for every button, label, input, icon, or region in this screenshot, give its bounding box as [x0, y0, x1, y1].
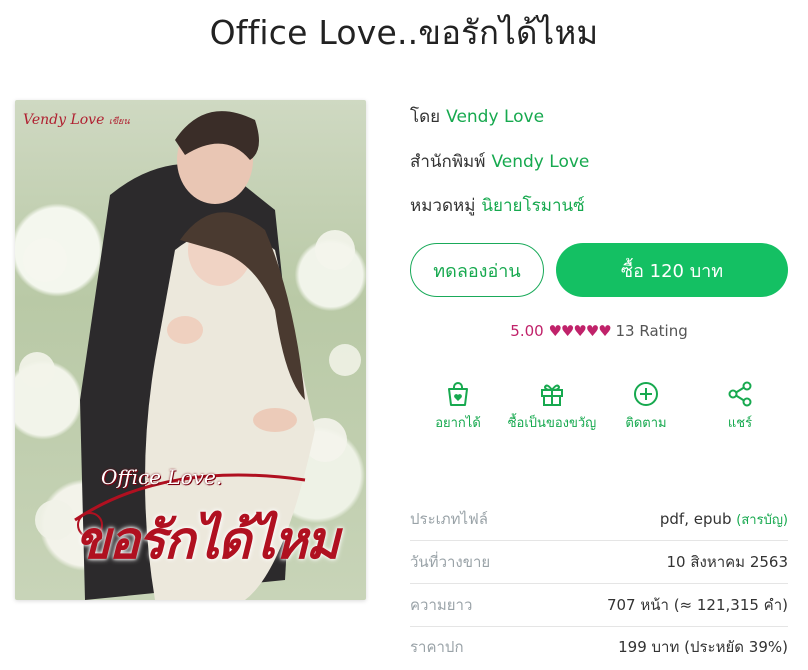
wishlist-label: อยากได้	[435, 416, 481, 431]
author-label: โดย	[410, 107, 441, 127]
publisher-label: สำนักพิมพ์	[410, 152, 486, 172]
share-button[interactable]: แชร์	[690, 380, 790, 433]
page-title: Office Love..ขอรักได้ไหม	[209, 13, 599, 52]
author-link[interactable]: Vendy Love	[446, 107, 544, 127]
release-label: วันที่วางขาย	[410, 553, 491, 571]
toc-link[interactable]: (สารบัญ)	[736, 513, 788, 528]
share-icon	[728, 381, 752, 407]
rating-hearts-icon: ♥♥♥♥♥	[548, 322, 611, 340]
price-label: ราคาปก	[410, 638, 464, 656]
price-value: 199 บาท (ประหยัด 39%)	[618, 638, 788, 656]
gift-button[interactable]: ซื้อเป็นของขวัญ	[502, 380, 602, 433]
follow-label: ติดตาม	[625, 416, 667, 431]
try-reading-button[interactable]: ทดลองอ่าน	[410, 243, 544, 297]
length-label: ความยาว	[410, 596, 473, 614]
rating-count: 13 Rating	[615, 322, 688, 340]
buy-button[interactable]: ซื้อ 120 บาท	[556, 243, 788, 297]
cover-title-thai: ขอรักได้ไหม	[75, 510, 340, 571]
follow-button[interactable]: ติดตาม	[596, 380, 696, 433]
gift-label: ซื้อเป็นของขวัญ	[507, 416, 597, 431]
rating-summary: 5.00 ♥♥♥♥♥ 13 Rating	[410, 322, 788, 340]
info-row-filetype: ประเภทไฟล์ pdf, epub (สารบัญ)	[410, 498, 788, 541]
author-row: โดย Vendy Love	[410, 103, 544, 130]
wishlist-bag-icon	[448, 382, 468, 406]
info-row-cover-price: ราคาปก 199 บาท (ประหยัด 39%)	[410, 626, 788, 668]
filetype-value: pdf, epub (สารบัญ)	[659, 509, 788, 528]
category-link[interactable]: นิยายโรมานซ์	[481, 196, 584, 216]
share-label: แชร์	[727, 416, 753, 431]
publisher-row: สำนักพิมพ์ Vendy Love	[410, 148, 589, 175]
filetype-label: ประเภทไฟล์	[410, 510, 488, 528]
cover-author-text: Vendy Love เขียน	[23, 112, 130, 128]
category-row: หมวดหมู่ นิยายโรมานซ์	[410, 192, 585, 219]
cover-title-english: Office Love.	[101, 465, 223, 489]
info-row-release-date: วันที่วางขาย 10 สิงหาคม 2563	[410, 541, 788, 584]
category-label: หมวดหมู่	[410, 196, 476, 216]
info-row-length: ความยาว 707 หน้า (≈ 121,315 คำ)	[410, 584, 788, 627]
plus-circle-icon	[634, 382, 658, 406]
gift-icon	[541, 384, 563, 406]
rating-score: 5.00	[510, 322, 544, 340]
publisher-link[interactable]: Vendy Love	[491, 152, 589, 172]
wishlist-button[interactable]: อยากได้	[408, 380, 508, 433]
book-cover-image: Vendy Love เขียน Office Love. ขอรักได้ไห…	[15, 100, 366, 600]
length-value: 707 หน้า (≈ 121,315 คำ)	[606, 596, 788, 614]
release-value: 10 สิงหาคม 2563	[666, 553, 788, 571]
